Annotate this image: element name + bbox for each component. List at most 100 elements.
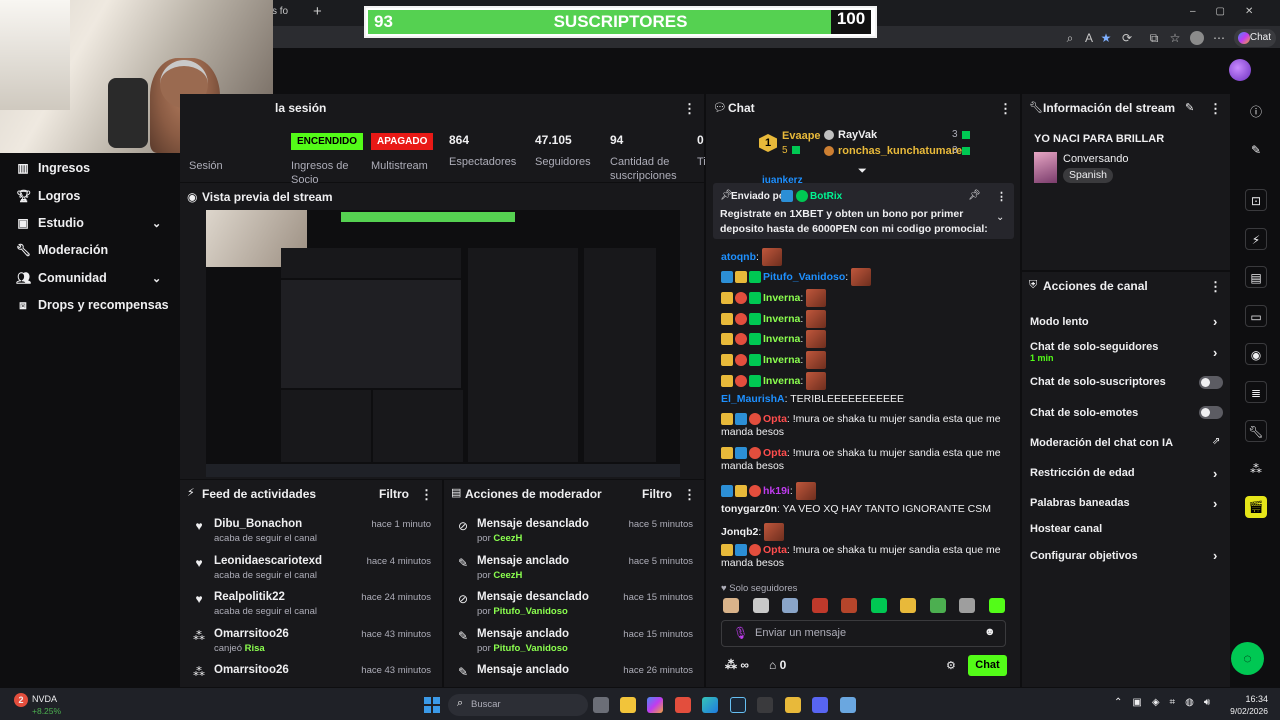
settings-gear-icon[interactable]: ⚙︎ (946, 659, 956, 672)
quick-emote[interactable] (988, 598, 1005, 613)
media-app-icon[interactable] (785, 697, 801, 713)
mod-item-user[interactable]: CeezH (493, 533, 522, 544)
new-tab-button[interactable]: + (313, 3, 322, 20)
taskbar-search[interactable] (448, 694, 588, 716)
quick-emote[interactable] (782, 598, 798, 613)
clapper-icon[interactable]: 🎬︎ (1245, 496, 1267, 518)
send-chat-button[interactable]: Chat (968, 655, 1007, 676)
file-explorer-icon[interactable] (620, 697, 636, 713)
document-icon[interactable]: ▤ (1245, 266, 1267, 288)
lightning-icon[interactable]: ⚡︎ (1245, 228, 1267, 250)
nav-item-comunidad[interactable]: 👥︎ Comunidad ⌄ (16, 268, 176, 288)
action-host-channel[interactable]: Hostear canal (1030, 523, 1102, 535)
chevron-right-icon[interactable]: › (1213, 548, 1217, 563)
nav-item-estudio[interactable]: ▣ Estudio ⌄ (16, 213, 176, 233)
partner-revenue-badge[interactable]: ENCENDIDO (291, 133, 364, 150)
leaderboard-user-2[interactable]: RayVak (838, 129, 877, 141)
chat-username[interactable]: Inverna (763, 292, 800, 304)
feed-item-name[interactable]: Realpolitik22 (214, 591, 285, 603)
quick-emote[interactable] (841, 598, 857, 613)
star-icon[interactable]: ★ (1099, 31, 1113, 45)
emoji-icon[interactable]: ☻ (984, 626, 996, 638)
chat-username[interactable]: hk19i (763, 485, 790, 497)
steam-icon[interactable] (730, 697, 746, 713)
chat-message[interactable]: atoqnb: (721, 248, 1011, 266)
category-thumbnail[interactable] (1034, 152, 1057, 183)
nav-item-ingresos[interactable]: ▥ Ingresos (16, 158, 90, 178)
mod-item-user[interactable]: CeezH (493, 570, 522, 581)
chat-username[interactable]: Inverna (763, 333, 800, 345)
chevron-right-icon[interactable]: › (1213, 496, 1217, 511)
extensions-icon[interactable]: ⟳ (1120, 31, 1134, 45)
quick-emote[interactable] (752, 598, 769, 613)
clip-icon[interactable]: ⊡ (1245, 189, 1267, 211)
chat-menu-icon[interactable]: ⋮ (999, 101, 1012, 117)
feed-filter-button[interactable]: Filtro (379, 487, 409, 501)
action-emotes-only[interactable]: Chat de solo-emotes (1030, 407, 1138, 419)
stream-preview-video[interactable] (206, 210, 680, 477)
collapse-icon[interactable]: ⏷ (858, 165, 867, 178)
feed-item-name[interactable]: Leonidaescariotexd (214, 555, 322, 567)
chat-username[interactable]: Opta (763, 413, 787, 425)
taskbar-date[interactable]: 9/02/2026 (1214, 706, 1268, 716)
quick-emote[interactable] (929, 598, 946, 613)
quick-emote[interactable] (959, 598, 975, 613)
nav-item-logros[interactable]: 🏆︎ Logros (16, 186, 80, 206)
stream-category[interactable]: Conversando (1063, 153, 1128, 165)
chat-username[interactable]: Inverna (763, 313, 800, 325)
discord-icon[interactable] (812, 697, 828, 713)
quick-emote[interactable] (723, 598, 739, 613)
favorites-icon[interactable]: ☆ (1168, 31, 1182, 45)
actions-menu-icon[interactable]: ⋮ (1209, 279, 1222, 295)
session-menu-icon[interactable]: ⋮ (683, 101, 696, 117)
support-chat-icon[interactable]: ◌ (1231, 642, 1264, 675)
copilot-chat-button[interactable]: Chat (1234, 29, 1276, 47)
broadcast-icon[interactable]: ◉ (1245, 343, 1267, 365)
language-tag[interactable]: Spanish (1063, 168, 1113, 183)
leaderboard-user-1[interactable]: Evaape (782, 130, 821, 142)
action-subs-only[interactable]: Chat de solo-suscriptores (1030, 376, 1166, 388)
microphone-icon[interactable]: 🎙︎ (733, 626, 748, 640)
profile-avatar[interactable] (1190, 31, 1204, 45)
chat-message[interactable]: Opta: !mura oe shaka tu mujer sandia est… (721, 447, 1011, 473)
chat-message[interactable]: Opta: !mura oe shaka tu mujer sandia est… (721, 544, 1011, 570)
chevron-down-icon[interactable]: ⌄ (996, 212, 1004, 223)
chat-message[interactable]: Inverna: (721, 289, 1011, 307)
chat-message[interactable]: hk19i: (721, 482, 1011, 500)
chat-message[interactable]: Inverna: (721, 330, 1011, 348)
chat-message[interactable]: Opta: !mura oe shaka tu mujer sandia est… (721, 413, 1011, 439)
chat-message[interactable]: Inverna: (721, 372, 1011, 390)
edit-pencil-icon[interactable]: ✎ (1185, 101, 1194, 114)
chevron-right-icon[interactable]: › (1213, 466, 1217, 481)
chat-message[interactable]: Inverna: (721, 310, 1011, 328)
notepad-icon[interactable] (840, 697, 856, 713)
feed-item-name[interactable]: Omarrsitoo26 (214, 664, 289, 676)
points-icon[interactable]: ⁂ (1245, 458, 1267, 480)
chat-username[interactable]: Pitufo_Vanidoso (763, 271, 845, 283)
nav-item-moderacion[interactable]: 🔧︎ Moderación (16, 240, 108, 260)
chevron-right-icon[interactable]: › (1213, 345, 1217, 360)
subs-only-toggle[interactable] (1199, 376, 1223, 389)
chat-username[interactable]: tonygarz0n (721, 503, 777, 515)
chevron-right-icon[interactable]: › (1213, 314, 1217, 329)
action-ai-moderation[interactable]: Moderación del chat con IA (1030, 437, 1173, 449)
pin-toggle-icon[interactable]: 📌︎ (968, 190, 981, 201)
read-aloud-icon[interactable]: A (1082, 31, 1096, 45)
info-menu-icon[interactable]: ⋮ (1209, 101, 1222, 117)
chat-message[interactable]: Pitufo_Vanidoso: (721, 268, 1011, 286)
wrench-icon[interactable]: 🔧︎ (1245, 420, 1267, 442)
zoom-icon[interactable]: ⌕ (1063, 31, 1077, 45)
message-icon[interactable]: ▭ (1245, 305, 1267, 327)
taskbar-time[interactable]: 16:34 (1220, 694, 1268, 704)
windows-start-icon[interactable] (424, 697, 440, 713)
action-configure-goals[interactable]: Configurar objetivos (1030, 550, 1138, 562)
chat-username[interactable]: atoqnb (721, 251, 756, 263)
user-avatar[interactable] (1229, 59, 1251, 81)
chat-username[interactable]: Opta (763, 544, 787, 556)
info-circle-icon[interactable]: ⓘ (1245, 101, 1267, 123)
quick-emote[interactable] (811, 598, 828, 613)
edit-pencil-icon[interactable]: ✎ (1245, 139, 1267, 161)
action-slow-mode[interactable]: Modo lento (1030, 316, 1089, 328)
pinned-menu-icon[interactable]: ⋮ (996, 190, 1007, 203)
edge-browser-icon[interactable] (702, 697, 718, 713)
